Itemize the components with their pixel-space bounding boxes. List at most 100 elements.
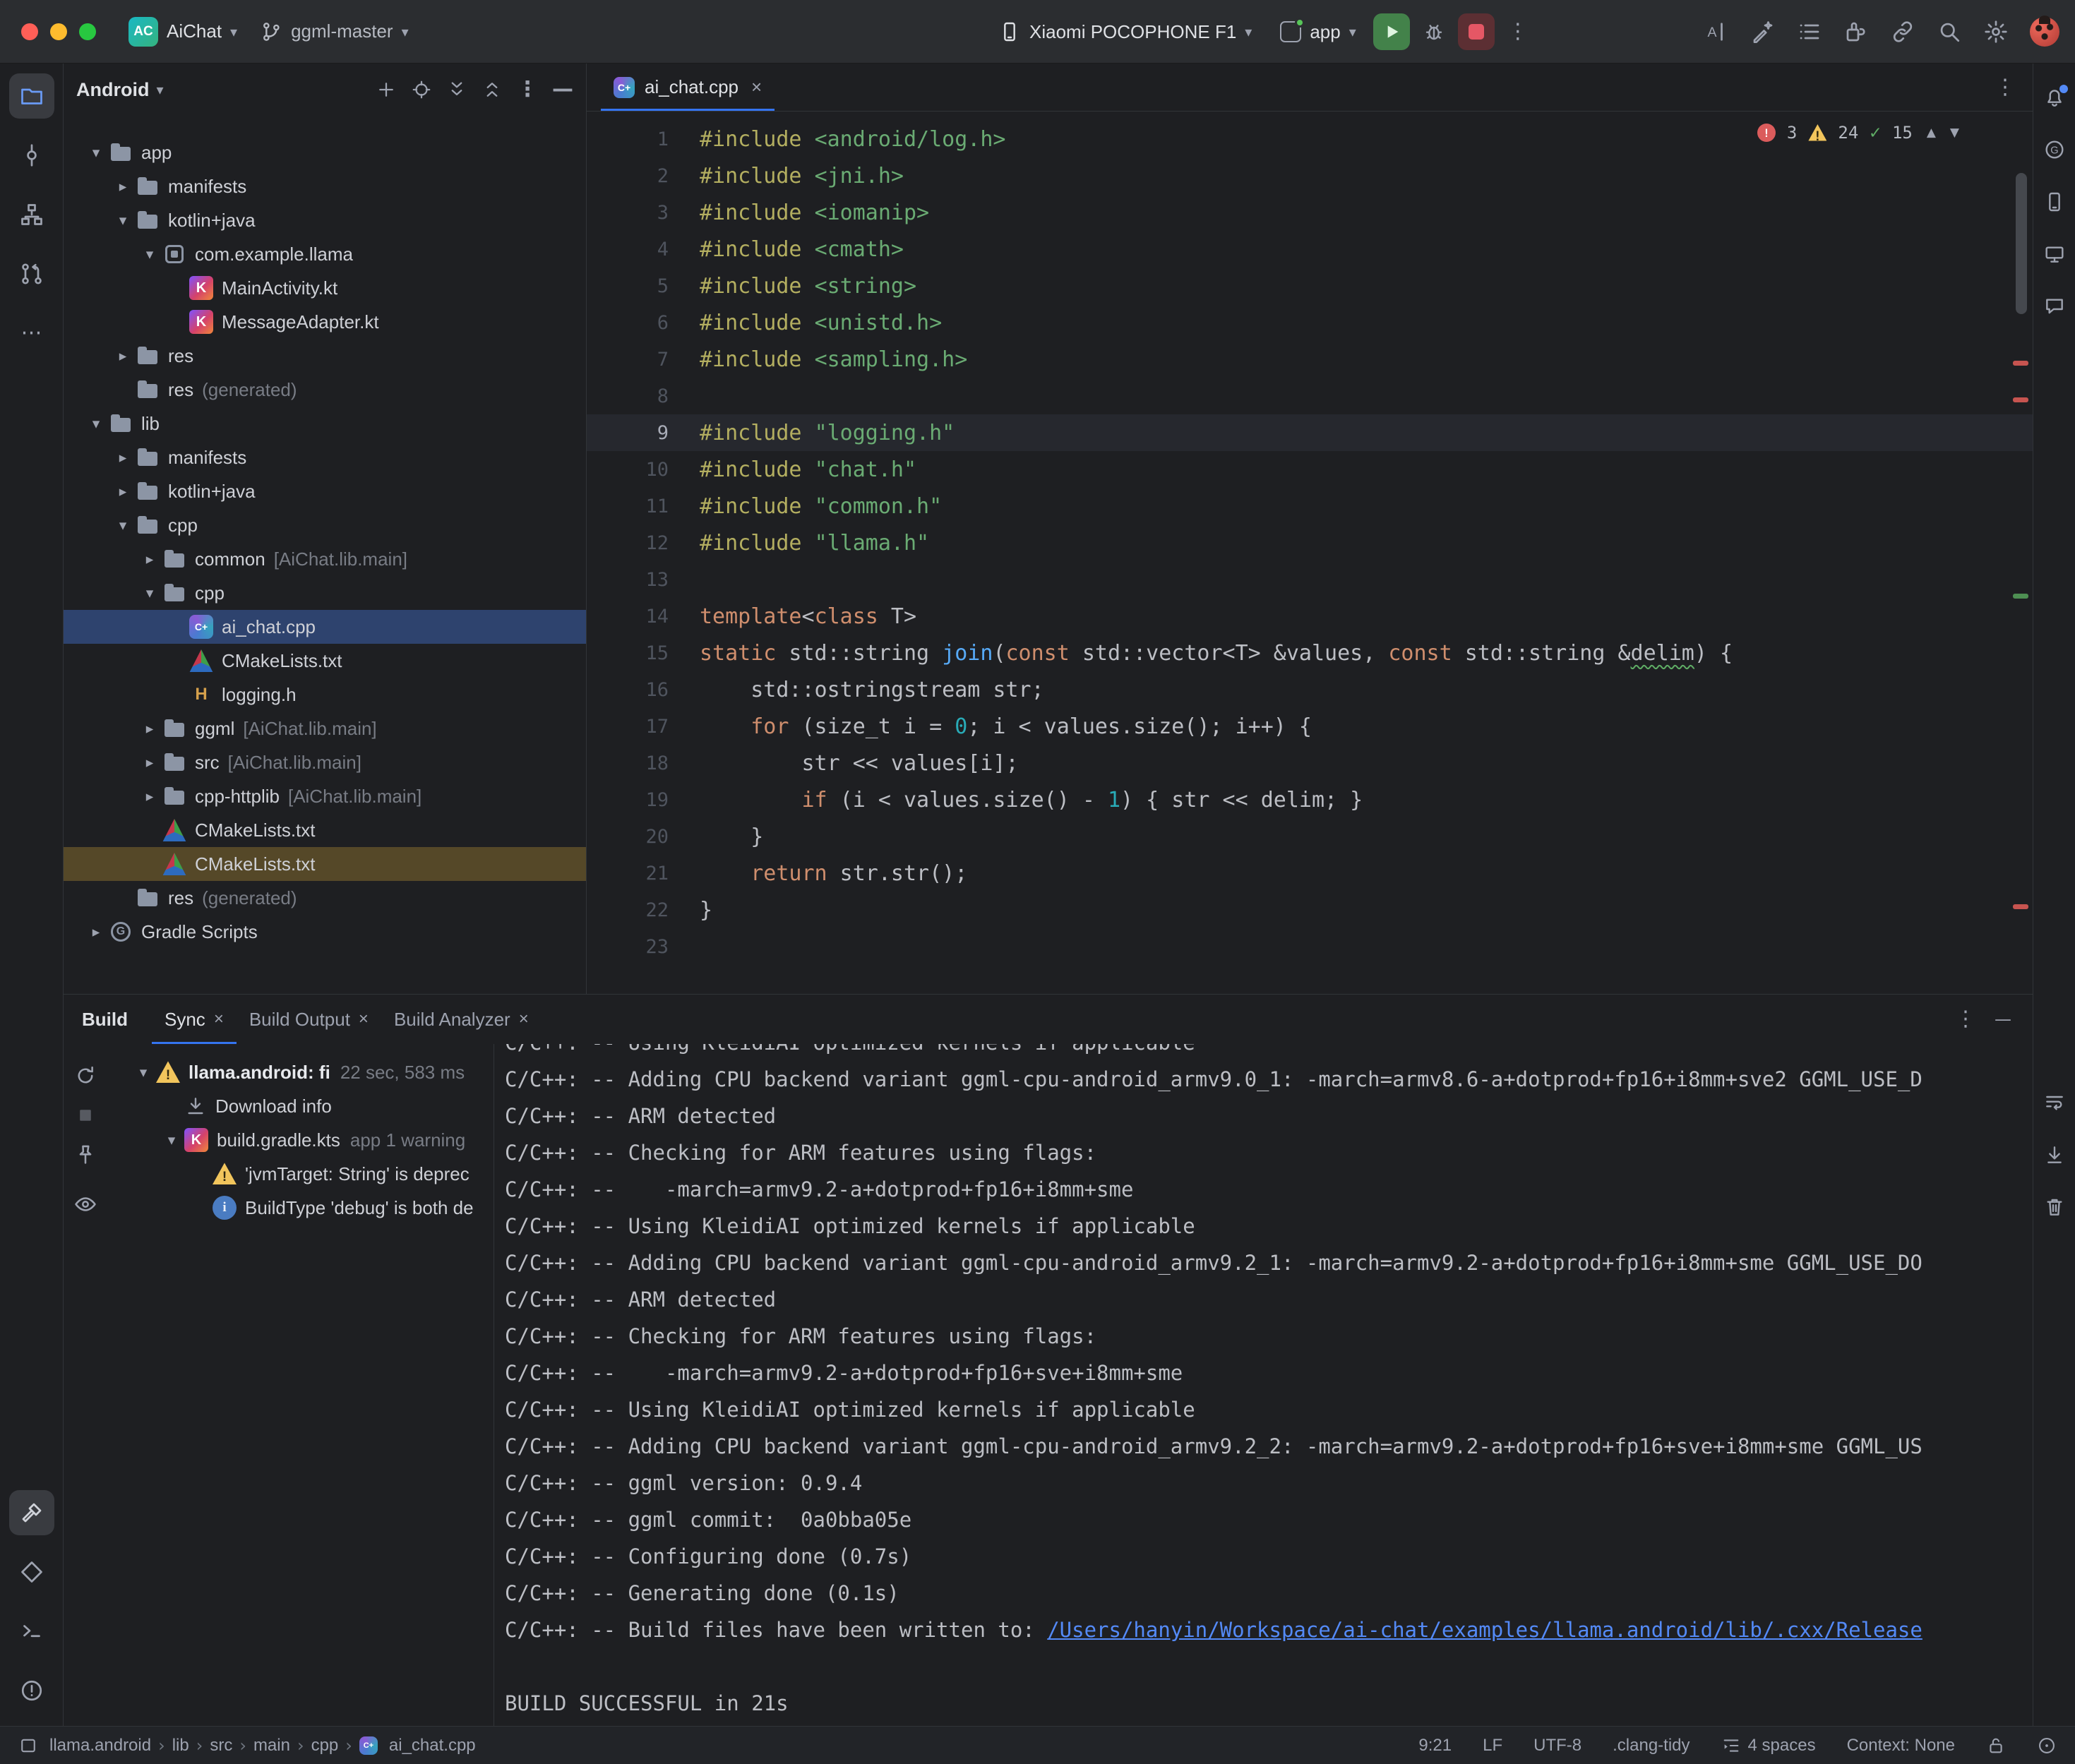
hide-panel-icon[interactable]: —	[1995, 1011, 2011, 1028]
device-manager-tool-button[interactable]	[2038, 185, 2071, 219]
change-stripe-mark[interactable]	[2013, 594, 2028, 599]
device-selector[interactable]: Xiaomi POCOPHONE F1 ▾	[987, 11, 1263, 53]
tree-item-cmakelists-txt[interactable]: CMakeLists.txt	[64, 644, 586, 678]
build-output-link[interactable]: /Users/hanyin/Workspace/ai-chat/examples…	[1047, 1618, 1922, 1642]
close-window-button[interactable]	[21, 23, 38, 40]
project-tool-button[interactable]	[9, 73, 54, 119]
tree-item-messageadapter-kt[interactable]: MessageAdapter.kt	[64, 305, 586, 339]
tree-item-res[interactable]: res(generated)	[64, 373, 586, 407]
app-insights-tool-button[interactable]	[2038, 289, 2071, 323]
scroll-end-button[interactable]	[2038, 1138, 2071, 1172]
tree-item-kotlin-java[interactable]: ▸kotlin+java	[64, 474, 586, 508]
close-tab-icon[interactable]: ×	[519, 1009, 529, 1029]
tree-item-gradle-scripts[interactable]: ▸Gradle Scripts	[64, 915, 586, 949]
share-icon[interactable]	[1890, 19, 1915, 44]
chevron-down-icon[interactable]: ▾	[110, 517, 136, 534]
notifications-tool-button[interactable]	[2038, 80, 2071, 114]
file-encoding[interactable]: UTF-8	[1533, 1736, 1581, 1756]
build-tree-item-jvmtarget-string-is-deprec[interactable]: 'jvmTarget: String' is deprec	[64, 1157, 494, 1191]
ai-write-icon[interactable]	[1750, 19, 1776, 44]
tree-item-res[interactable]: res(generated)	[64, 881, 586, 915]
project-view-selector[interactable]: Android	[76, 79, 149, 101]
breadcrumb-item-llama-android[interactable]: llama.android	[47, 1736, 154, 1756]
terminal-tool-button[interactable]	[9, 1609, 54, 1654]
build-tree-item-build-gradle-kts[interactable]: ▾build.gradle.ktsapp 1 warning	[64, 1123, 494, 1157]
next-problem-icon[interactable]: ▼	[1950, 126, 1959, 140]
code-editor[interactable]: 1#include <android/log.h>2#include <jni.…	[587, 112, 2033, 994]
close-tab-icon[interactable]: ×	[214, 1009, 224, 1029]
search-icon[interactable]	[1937, 19, 1962, 44]
chevron-right-icon[interactable]: ▸	[83, 923, 109, 940]
chevron-down-icon[interactable]: ▾	[110, 212, 136, 229]
context-widget[interactable]: Context: None	[1847, 1736, 1955, 1756]
plugins-icon[interactable]	[1843, 19, 1869, 44]
breadcrumb[interactable]: llama.android›lib›src›main›cpp›ai_chat.c…	[47, 1736, 479, 1756]
stop-button[interactable]	[1458, 13, 1495, 50]
clang-tidy-widget[interactable]: .clang-tidy	[1613, 1736, 1690, 1756]
problems-tool-button[interactable]	[9, 1668, 54, 1713]
build-output-console[interactable]: C/C++: -- Using KleidiAI optimized kerne…	[495, 1044, 2033, 1726]
inspections-widget[interactable]: 3 24 ✓ 15 ▲ ▼	[1757, 122, 1959, 143]
hide-icon[interactable]: —	[552, 79, 573, 100]
breadcrumb-item-cpp[interactable]: cpp	[309, 1736, 342, 1756]
tree-item-app[interactable]: ▾app	[64, 136, 586, 169]
breadcrumb-item-main[interactable]: main	[251, 1736, 293, 1756]
tree-item-lib[interactable]: ▾lib	[64, 407, 586, 440]
pull-requests-tool-button[interactable]	[9, 251, 54, 296]
tree-item-cmakelists-txt[interactable]: CMakeLists.txt	[64, 847, 586, 881]
event-log-icon[interactable]	[1797, 19, 1822, 44]
error-stripe-mark[interactable]	[2013, 361, 2028, 366]
close-tab-icon[interactable]: ×	[751, 76, 762, 98]
gradle-tool-button[interactable]: G	[2038, 133, 2071, 167]
structure-tool-button[interactable]	[9, 192, 54, 237]
tree-item-ggml[interactable]: ▸ggml[AiChat.lib.main]	[64, 712, 586, 745]
tree-item-com-example-llama[interactable]: ▾com.example.llama	[64, 237, 586, 271]
more-options-icon[interactable]: ⋮	[1955, 1009, 1976, 1030]
build-tab-build-output[interactable]: Build Output×	[237, 995, 381, 1044]
chevron-down-icon[interactable]: ▾	[159, 1132, 184, 1148]
tree-item-mainactivity-kt[interactable]: MainActivity.kt	[64, 271, 586, 305]
prev-problem-icon[interactable]: ▲	[1927, 126, 1936, 140]
caret-position[interactable]: 9:21	[1418, 1736, 1452, 1756]
chevron-right-icon[interactable]: ▸	[137, 551, 162, 568]
soft-wrap-button[interactable]	[2038, 1086, 2071, 1120]
vcs-branch-selector[interactable]: ggml-master ▾	[249, 11, 420, 53]
chevron-down-icon[interactable]: ▾	[137, 584, 162, 601]
error-stripe-mark[interactable]	[2013, 904, 2028, 909]
commit-tool-button[interactable]	[9, 133, 54, 178]
tree-item-manifests[interactable]: ▸manifests	[64, 440, 586, 474]
chevron-right-icon[interactable]: ▸	[137, 788, 162, 805]
avatar-ladybug[interactable]	[2030, 17, 2059, 47]
chevron-right-icon[interactable]: ▸	[110, 178, 136, 195]
tree-item-res[interactable]: ▸res	[64, 339, 586, 373]
build-tree-item-download-info[interactable]: Download info	[64, 1089, 494, 1123]
plus-icon[interactable]	[376, 79, 397, 100]
line-ending[interactable]: LF	[1483, 1736, 1502, 1756]
tree-item-cpp[interactable]: ▾cpp	[64, 508, 586, 542]
project-selector[interactable]: AC AiChat ▾	[117, 11, 249, 53]
more-options-icon[interactable]: ⋮	[1500, 21, 1536, 42]
collapse-all-icon[interactable]	[482, 79, 503, 100]
editor-tab-ai-chat-cpp[interactable]: ai_chat.cpp ×	[601, 64, 775, 111]
lock-icon[interactable]	[1986, 1736, 2006, 1756]
clear-button[interactable]	[2038, 1190, 2071, 1224]
indent-widget[interactable]: 4 spaces	[1721, 1736, 1816, 1756]
breadcrumb-item-ai-chat-cpp[interactable]: ai_chat.cpp	[386, 1736, 479, 1756]
tree-item-ai-chat-cpp[interactable]: ai_chat.cpp	[64, 610, 586, 644]
rename-icon[interactable]: A	[1704, 19, 1729, 44]
build-tree-item-llama-android-fi[interactable]: ▾llama.android: fi22 sec, 583 ms	[64, 1055, 494, 1089]
close-tab-icon[interactable]: ×	[359, 1009, 369, 1029]
chevron-down-icon[interactable]: ▾	[83, 144, 109, 161]
tree-item-manifests[interactable]: ▸manifests	[64, 169, 586, 203]
breadcrumb-item-src[interactable]: src	[207, 1736, 235, 1756]
build-tree[interactable]: ▾llama.android: fi22 sec, 583 msDownload…	[64, 1055, 494, 1726]
tree-item-logging-h[interactable]: logging.h	[64, 678, 586, 712]
running-devices-tool-button[interactable]	[2038, 237, 2071, 271]
error-stripe-mark[interactable]	[2013, 397, 2028, 402]
more-v-icon[interactable]: ⋮	[517, 79, 538, 100]
run-button[interactable]	[1373, 13, 1410, 50]
build-tab-build-analyzer[interactable]: Build Analyzer×	[381, 995, 542, 1044]
chevron-right-icon[interactable]: ▸	[110, 483, 136, 500]
breadcrumb-item-lib[interactable]: lib	[169, 1736, 192, 1756]
chevron-down-icon[interactable]: ▾	[83, 415, 109, 432]
